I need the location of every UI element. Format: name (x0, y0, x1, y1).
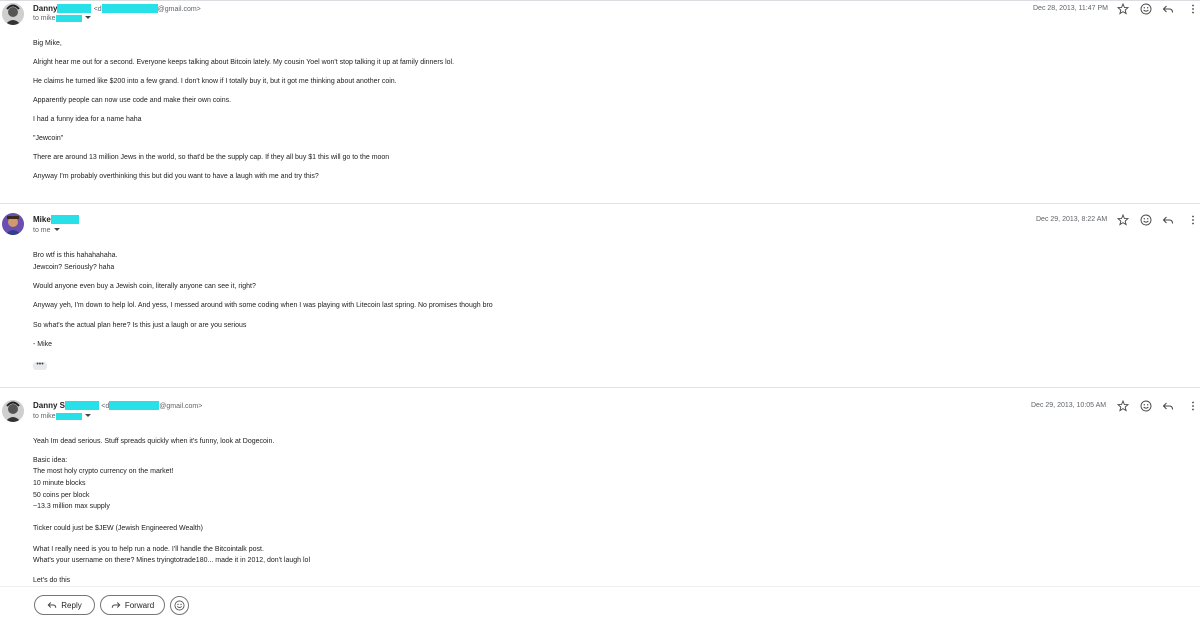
body-line: What I really need is you to help run a … (33, 546, 264, 553)
body-line: Bro wtf is this hahahahaha. (33, 252, 118, 259)
show-trimmed-content-button[interactable]: ••• (33, 361, 47, 370)
emoji-icon (174, 600, 185, 611)
recipient-line[interactable]: to me (33, 227, 60, 234)
reply-icon[interactable] (1162, 214, 1174, 226)
body-line: I had a funny idea for a name haha (33, 116, 142, 123)
top-border (0, 0, 1200, 1)
avatar[interactable] (2, 3, 24, 25)
forward-label: Forward (124, 600, 155, 610)
body-line: Would anyone even buy a Jewish coin, lit… (33, 283, 256, 290)
body-line: What's your username on there? Mines try… (33, 557, 310, 564)
emoji-icon[interactable] (1140, 3, 1152, 15)
reply-button[interactable]: Reply (34, 595, 95, 615)
body-line: So what's the actual plan here? Is this … (33, 322, 247, 329)
forward-icon (111, 602, 121, 608)
body-line: The most holy crypto currency on the mar… (33, 468, 174, 475)
sender-email: <d @gmail.com> (101, 401, 203, 410)
body-line: - Mike (33, 341, 53, 348)
body-line: Big Mike, (33, 40, 62, 47)
star-icon[interactable] (1117, 3, 1129, 15)
more-vert-icon[interactable] (1187, 3, 1199, 15)
sender-name: Danny S <d @gmail.com> (33, 401, 203, 410)
body-line: Anyway I'm probably overthinking this bu… (33, 173, 319, 180)
body-line: Anyway yeh, I'm down to help lol. And ye… (33, 302, 493, 309)
chevron-down-icon[interactable] (84, 414, 91, 417)
message-date: Dec 28, 2013, 11:47 PM (1033, 5, 1108, 12)
body-line: ~13.3 million max supply (33, 503, 110, 510)
body-line: 10 minute blocks (33, 480, 86, 487)
reply-icon (47, 602, 57, 608)
emoji-icon[interactable] (1140, 214, 1152, 226)
forward-button[interactable]: Forward (100, 595, 165, 615)
chevron-down-icon[interactable] (84, 16, 91, 19)
avatar[interactable] (2, 400, 24, 422)
more-vert-icon[interactable] (1187, 400, 1199, 412)
emoji-button[interactable] (170, 596, 189, 615)
star-icon[interactable] (1117, 214, 1129, 226)
body-line: He claims he turned like $200 into a few… (33, 78, 397, 85)
body-line: Yeah Im dead serious. Stuff spreads quic… (33, 438, 275, 445)
body-line: There are around 13 million Jews in the … (33, 154, 390, 161)
reply-icon[interactable] (1162, 3, 1174, 15)
body-line: "Jewcoin" (33, 135, 64, 142)
redaction-mark (55, 15, 82, 22)
recipient-line[interactable]: to mike (33, 413, 91, 420)
redaction-mark (57, 4, 92, 13)
message-date: Dec 29, 2013, 8:22 AM (1036, 216, 1108, 223)
redaction-mark (101, 4, 158, 13)
body-line: Basic idea: (33, 457, 68, 464)
body-line: 50 coins per block (33, 492, 90, 499)
star-icon[interactable] (1117, 400, 1129, 412)
body-line: Jewcoin? Seriously? haha (33, 264, 115, 271)
redaction-mark (50, 215, 79, 224)
chevron-down-icon[interactable] (53, 228, 60, 231)
redaction-mark (109, 401, 160, 410)
sender-email: <d @gmail.com> (93, 4, 201, 13)
message-divider (0, 203, 1200, 204)
action-bar-divider (0, 586, 1200, 587)
sender-name: Danny <d @gmail.com> (33, 4, 201, 13)
redaction-mark (65, 401, 100, 410)
emoji-icon[interactable] (1140, 400, 1152, 412)
body-line: Let's do this (33, 577, 71, 584)
sender-name: Mike (33, 215, 79, 224)
redaction-mark (55, 413, 82, 420)
recipient-line[interactable]: to mike (33, 15, 91, 22)
avatar[interactable] (2, 213, 24, 235)
body-line: Alright hear me out for a second. Everyo… (33, 59, 455, 66)
body-line: Apparently people can now use code and m… (33, 97, 232, 104)
message-date: Dec 29, 2013, 10:05 AM (1031, 402, 1107, 409)
reply-label: Reply (61, 600, 82, 610)
reply-icon[interactable] (1162, 400, 1174, 412)
body-line: Ticker could just be $JEW (Jewish Engine… (33, 525, 204, 532)
message-divider (0, 387, 1200, 388)
more-vert-icon[interactable] (1187, 214, 1199, 226)
